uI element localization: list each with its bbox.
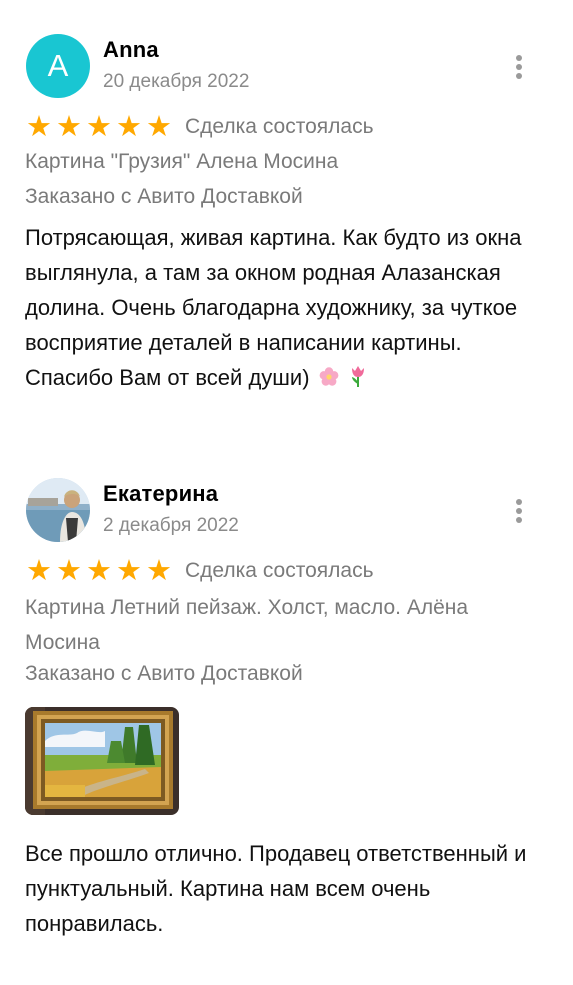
rating-stars: ★ ★ ★ ★ ★: [25, 111, 173, 143]
review-text-block: Потрясающая, живая картина. Как будто из…: [25, 220, 555, 398]
review-text: Потрясающая, живая картина. Как будто из…: [25, 225, 522, 390]
star-icon: ★: [146, 555, 172, 587]
deal-status: Сделка состоялась: [185, 115, 374, 138]
review-author[interactable]: Екатерина: [103, 481, 218, 507]
review-photo[interactable]: [25, 707, 179, 815]
rating-row: ★ ★ ★ ★ ★ Сделка состоялась: [25, 555, 374, 587]
product-title[interactable]: Картина Летний пейзаж. Холст, масло. Алё…: [25, 590, 545, 660]
avatar[interactable]: A: [26, 34, 90, 98]
reviews-page: A Anna 20 декабря 2022 ★ ★ ★ ★ ★ Сделка …: [0, 0, 573, 985]
avatar-photo: [26, 478, 90, 542]
star-icon: ★: [56, 555, 82, 587]
star-icon: ★: [116, 555, 142, 587]
review-date: 2 декабря 2022: [103, 515, 239, 536]
product-title[interactable]: Картина "Грузия" Алена Мосина: [25, 144, 555, 179]
more-options-icon[interactable]: [506, 54, 532, 82]
rating-row: ★ ★ ★ ★ ★ Сделка состоялась: [25, 111, 374, 143]
star-icon: ★: [26, 555, 52, 587]
more-options-icon[interactable]: [506, 498, 532, 526]
avatar[interactable]: [26, 478, 90, 542]
star-icon: ★: [26, 111, 52, 143]
star-icon: ★: [86, 555, 112, 587]
tulip-icon: [348, 363, 368, 398]
review-date: 20 декабря 2022: [103, 71, 250, 92]
review-author[interactable]: Anna: [103, 37, 159, 63]
avatar-letter: A: [47, 48, 69, 83]
rating-stars: ★ ★ ★ ★ ★: [25, 555, 173, 587]
star-icon: ★: [86, 111, 112, 143]
review-text: Все прошло отлично. Продавец ответственн…: [25, 841, 527, 936]
deal-status: Сделка состоялась: [185, 559, 374, 582]
delivery-note: Заказано с Авито Доставкой: [25, 662, 303, 685]
star-icon: ★: [146, 111, 172, 143]
delivery-note: Заказано с Авито Доставкой: [25, 185, 303, 208]
cherry-blossom-icon: [318, 363, 340, 398]
star-icon: ★: [56, 111, 82, 143]
star-icon: ★: [116, 111, 142, 143]
